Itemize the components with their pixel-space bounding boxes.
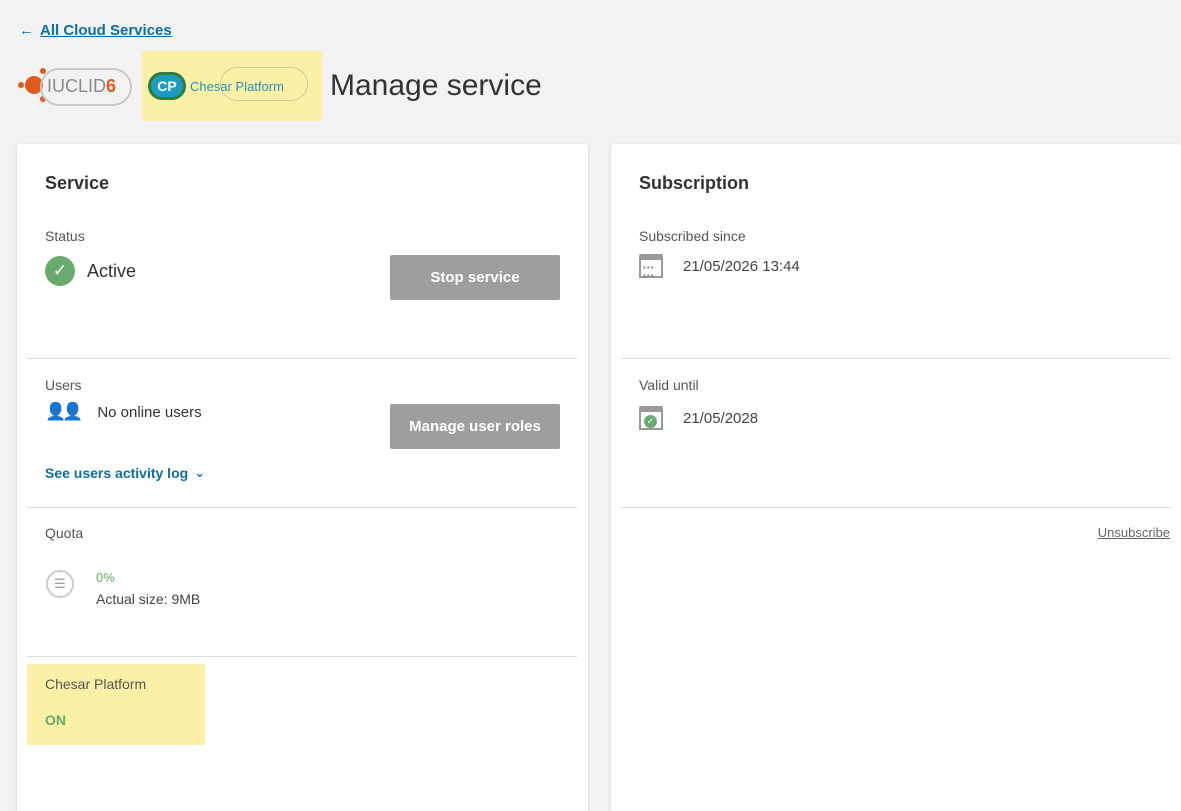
page-header: IUCLID6 CP Chesar Platform Manage servic… <box>17 51 542 121</box>
back-link-all-cloud-services[interactable]: ← All Cloud Services <box>19 22 172 39</box>
service-card: Service Status ✓ Active Stop service Use… <box>17 144 588 811</box>
users-group-icon: 👤👤 <box>45 402 83 421</box>
divider <box>621 358 1171 359</box>
quota-actual-size: Actual size: 9MB <box>96 591 201 607</box>
calendar-icon: ▪▪▪ ▪▪▪ <box>639 254 663 280</box>
subscribed-since-value: 21/05/2026 13:44 <box>683 257 800 275</box>
check-circle-icon: ✓ <box>45 256 75 286</box>
status-value: Active <box>87 260 137 281</box>
iuclid-logo: IUCLID6 <box>17 51 137 121</box>
valid-until-row: ✓ 21/05/2028 <box>639 406 758 430</box>
divider <box>621 507 1171 508</box>
subscription-card: Subscription Subscribed since ▪▪▪ ▪▪▪ 21/… <box>611 144 1181 811</box>
chesar-platform-state: ON <box>45 712 66 728</box>
subscription-card-title: Subscription <box>639 173 750 193</box>
arrow-left-icon: ← <box>19 22 34 39</box>
valid-until-value: 21/05/2028 <box>683 409 759 427</box>
users-label: Users <box>45 377 82 393</box>
subscribed-since-label: Subscribed since <box>639 228 746 244</box>
divider <box>27 507 577 508</box>
quota-label: Quota <box>45 525 84 541</box>
page-title: Manage service <box>330 69 542 102</box>
valid-until-label: Valid until <box>639 377 699 393</box>
storage-icon: ☰ <box>46 570 74 598</box>
users-value: No online users <box>97 403 202 421</box>
users-row: 👤👤 No online users <box>45 402 202 422</box>
subscribed-since-row: ▪▪▪ ▪▪▪ 21/05/2026 13:44 <box>639 254 800 280</box>
quota-percent: 0% <box>96 570 115 585</box>
chesar-platform-logo: CP Chesar Platform <box>142 51 322 121</box>
chesar-platform-status-box: Chesar Platform ON <box>27 664 205 745</box>
status-label: Status <box>45 228 85 244</box>
service-card-title: Service <box>45 173 110 193</box>
chevron-down-icon: ⌄ <box>194 465 206 480</box>
back-link-label: All Cloud Services <box>40 22 172 39</box>
status-row: ✓ Active <box>45 256 136 286</box>
divider <box>27 656 577 657</box>
unsubscribe-link[interactable]: Unsubscribe <box>1098 525 1170 540</box>
iuclid-logo-text: IUCLID6 <box>47 76 117 96</box>
divider <box>27 358 577 359</box>
manage-user-roles-button[interactable]: Manage user roles <box>390 404 560 449</box>
calendar-check-icon: ✓ <box>639 406 663 430</box>
stop-service-button[interactable]: Stop service <box>390 255 560 300</box>
cp-logo-text: Chesar Platform <box>190 78 284 94</box>
chesar-platform-label: Chesar Platform <box>45 676 147 692</box>
users-activity-log-link[interactable]: See users activity log ⌄ <box>45 465 205 481</box>
activity-link-label: See users activity log <box>45 465 189 481</box>
cp-badge-icon: CP <box>148 72 186 100</box>
